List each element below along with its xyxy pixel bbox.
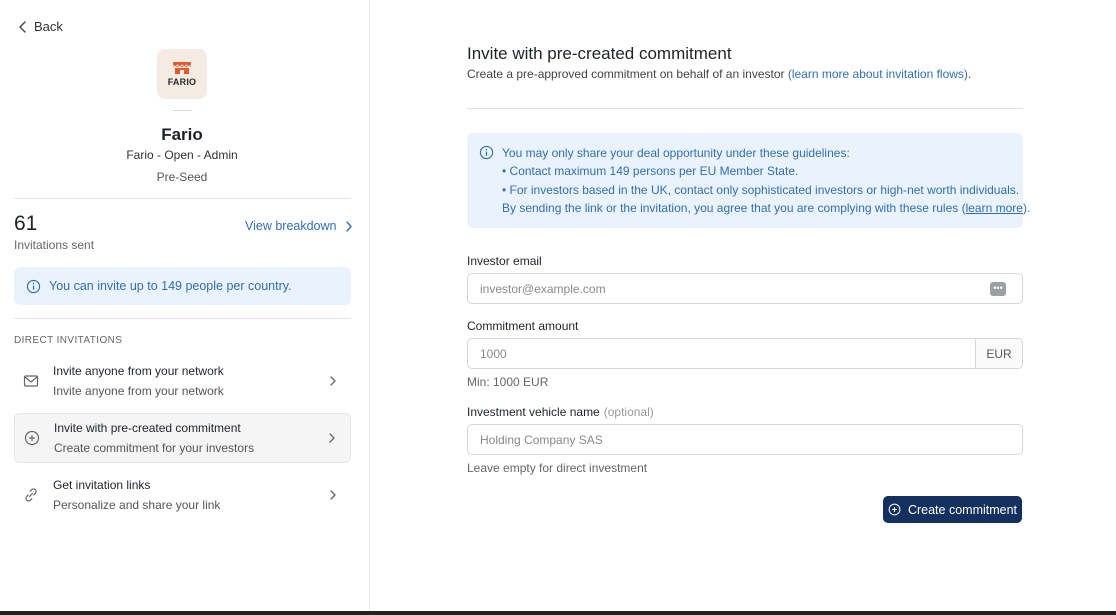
vehicle-name-input[interactable] (468, 425, 1022, 454)
plus-circle-icon (24, 430, 40, 446)
invite-limit-text: You can invite up to 149 people per coun… (49, 279, 292, 293)
sidebar-item-invitation-links[interactable]: Get invitation links Personalize and sha… (14, 470, 351, 520)
sidebar: Back FARIO Fario Fario - Open - Admin Pr… (0, 0, 370, 611)
chevron-right-icon (329, 433, 335, 443)
view-breakdown-label: View breakdown (245, 219, 337, 233)
logo-divider (172, 110, 192, 111)
commitment-amount-label: Commitment amount (467, 319, 579, 333)
logo-text: FARIO (167, 77, 197, 87)
divider (14, 318, 351, 319)
create-commitment-button[interactable]: Create commitment (883, 496, 1022, 523)
investor-email-input[interactable] (468, 274, 990, 303)
guideline-consent-text: By sending the link or the invitation, y… (502, 201, 966, 215)
back-label: Back (34, 19, 63, 34)
commitment-amount-input[interactable] (468, 339, 975, 368)
back-button[interactable]: Back (18, 19, 63, 34)
sidebar-item-title: Invite anyone from your network (53, 364, 224, 378)
mail-icon (23, 375, 39, 387)
page-subtitle-suffix: . (967, 67, 972, 81)
vehicle-name-label-text: Investment vehicle name (467, 405, 600, 419)
info-icon (479, 145, 494, 160)
section-title: DIRECT INVITATIONS (14, 335, 123, 346)
sidebar-item-title: Get invitation links (53, 478, 151, 492)
page-subtitle: Create a pre-approved commitment on beha… (467, 67, 971, 81)
learn-more-link[interactable]: learn more (966, 201, 1023, 215)
commitment-amount-help: Min: 1000 EUR (467, 375, 549, 389)
sidebar-item-subtitle: Create commitment for your investors (54, 441, 255, 455)
commitment-amount-field: EUR (467, 338, 1023, 369)
sidebar-item-invite-network[interactable]: Invite anyone from your network Invite a… (14, 356, 351, 406)
guidelines-info-box: You may only share your deal opportunity… (467, 133, 1030, 228)
optional-tag: (optional) (603, 405, 654, 419)
company-meta: Fario - Open - Admin (126, 148, 238, 162)
invitation-flows-link[interactable]: (learn more about invitation flows) (788, 67, 968, 81)
sidebar-item-title: Invite with pre-created commitment (54, 421, 241, 435)
chevron-right-icon (330, 376, 336, 386)
divider (14, 198, 351, 199)
chevron-right-icon (330, 490, 336, 500)
password-manager-icon[interactable]: ••• (990, 281, 1006, 296)
create-commitment-label: Create commitment (907, 502, 1018, 517)
invitations-label: Invitations sent (14, 238, 95, 252)
invitations-count: 61 (14, 212, 38, 235)
guideline-item: • Contact maximum 149 persons per EU Mem… (502, 164, 799, 178)
guideline-consent: By sending the link or the invitation, y… (502, 201, 1030, 215)
link-icon (25, 488, 37, 502)
sidebar-item-pre-created-commitment[interactable]: Invite with pre-created commitment Creat… (14, 413, 351, 463)
investor-email-label: Investor email (467, 254, 542, 268)
guideline-item: • For investors based in the UK, contact… (502, 183, 1020, 197)
chevron-right-icon (345, 220, 352, 232)
page-subtitle-text: Create a pre-approved commitment on beha… (467, 67, 788, 81)
chevron-left-icon (19, 20, 26, 33)
page-title: Invite with pre-created commitment (467, 44, 732, 63)
plus-circle-icon (888, 503, 901, 516)
vehicle-name-label: Investment vehicle name (optional) (467, 405, 654, 419)
divider (467, 108, 1023, 109)
company-name: Fario (161, 125, 203, 144)
guideline-intro: You may only share your deal opportunity… (502, 146, 850, 160)
sidebar-item-subtitle: Personalize and share your link (53, 498, 221, 512)
shop-icon (172, 62, 192, 74)
view-breakdown-link[interactable]: View breakdown (245, 219, 353, 233)
investor-email-field: ••• (467, 273, 1023, 304)
guideline-consent-suffix: ). (1022, 201, 1031, 215)
info-icon (26, 279, 41, 293)
sidebar-item-subtitle: Invite anyone from your network (53, 384, 224, 398)
invite-limit-info: You can invite up to 149 people per coun… (14, 267, 351, 305)
company-logo: FARIO (157, 49, 207, 99)
company-stage: Pre-Seed (156, 170, 208, 184)
vehicle-name-help: Leave empty for direct investment (467, 461, 648, 475)
currency-suffix: EUR (975, 339, 1022, 368)
window-bottom-edge (0, 611, 1116, 615)
vehicle-name-field (467, 424, 1023, 455)
